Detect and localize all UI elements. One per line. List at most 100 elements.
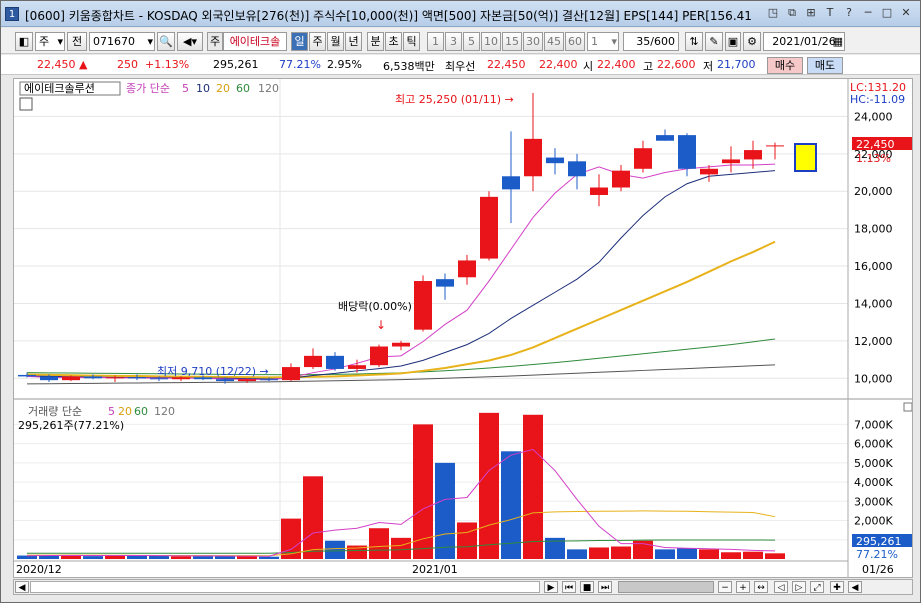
expand-icon[interactable]: ⤢	[810, 581, 824, 593]
interval-3[interactable]: 3	[445, 32, 462, 51]
interval-10[interactable]: 10	[481, 32, 501, 51]
candle-body	[370, 346, 388, 366]
x-label-last: 01/26	[862, 563, 894, 576]
volume-bar	[611, 546, 631, 559]
candle-body	[766, 145, 784, 147]
price-tag-value: 22,450	[856, 138, 895, 151]
volume-summary: 295,261주(77.21%)	[18, 419, 124, 432]
prev-button[interactable]: 전	[67, 32, 87, 51]
interval-5[interactable]: 5	[463, 32, 480, 51]
price-tick-label: 14,000	[854, 297, 893, 310]
last-page-icon[interactable]: ⏭	[598, 581, 612, 593]
candle-body	[612, 170, 630, 188]
interval-1[interactable]: 1	[427, 32, 444, 51]
search-icon[interactable]: 🔍	[157, 32, 175, 51]
pane-close-icon[interactable]	[903, 402, 913, 412]
candle-body	[18, 374, 36, 377]
candle-body	[238, 379, 256, 382]
draw-tool-icon[interactable]: ✎	[705, 32, 723, 51]
period-tab-year[interactable]: 년	[345, 32, 362, 51]
candle-body	[634, 148, 652, 169]
data-count-field[interactable]: 35/600	[623, 32, 679, 51]
volume-bar	[325, 540, 345, 559]
volume-bar	[589, 547, 609, 559]
toolbar: ◧ 주 ▾ 전 071670 ▾ 🔍 ◀▾ 주 에이테크솔 일 주 월 년 분 초 …	[1, 28, 920, 54]
volume-bar	[369, 528, 389, 559]
marker-box[interactable]	[794, 143, 817, 172]
compare-icon[interactable]: ⇅	[685, 32, 703, 51]
interval-select[interactable]: 1 ▾	[587, 32, 619, 51]
price-tick-label: 16,000	[854, 260, 893, 273]
period-tab-month[interactable]: 월	[327, 32, 344, 51]
title-bar[interactable]: 1 [0600] 키움종합차트 - KOSDAQ 외국인보유[276(천)] 주…	[1, 1, 920, 27]
interval-45[interactable]: 45	[544, 32, 564, 51]
interval-select-value: 1	[591, 35, 598, 48]
period-tab-week[interactable]: 주	[309, 32, 326, 51]
pin-icon[interactable]: ✚	[830, 581, 844, 593]
first-page-icon[interactable]: ⏮	[562, 581, 576, 593]
interval-15[interactable]: 15	[502, 32, 522, 51]
text-icon[interactable]: T	[822, 5, 838, 21]
scroll-left-icon[interactable]: ◀	[15, 581, 29, 593]
stock-tag: 주	[207, 32, 223, 51]
restore-layout-icon[interactable]: ◳	[765, 5, 781, 21]
period-tab-minute[interactable]: 분	[367, 32, 384, 51]
chevron-down-icon: ▾	[57, 35, 63, 48]
scroll-right-icon[interactable]: ▶	[544, 581, 558, 593]
chart-area[interactable]: 10,000 12,000 14,000 16,000 18,000 20,000 22,0…	[13, 78, 913, 578]
ask-price: 22,450	[487, 58, 526, 71]
period-tab-second[interactable]: 초	[385, 32, 402, 51]
current-price: 22,450	[37, 58, 76, 71]
volume-bar	[237, 556, 257, 559]
calendar-icon[interactable]: ▦	[833, 33, 843, 50]
copy-window-icon[interactable]: ⧉	[784, 5, 800, 21]
zoom-in-icon[interactable]: +	[736, 581, 750, 593]
zoom-slider[interactable]	[618, 581, 714, 593]
help-icon[interactable]: ?	[841, 5, 857, 21]
sell-button[interactable]: 매도	[807, 57, 843, 74]
volume-bar	[193, 556, 213, 559]
period-tab-day[interactable]: 일	[291, 32, 308, 51]
interval-30[interactable]: 30	[523, 32, 543, 51]
price-chart-svg[interactable]: 10,00012,00014,00016,00018,00020,00022,0…	[14, 79, 913, 577]
price-tick-label: 24,000	[854, 110, 893, 123]
candle-body	[326, 355, 344, 369]
settings-icon[interactable]: ⚙	[743, 32, 761, 51]
volume-tick-label: 7,000K	[854, 418, 893, 431]
interval-60[interactable]: 60	[565, 32, 585, 51]
period-select-value: 주	[39, 35, 50, 48]
table-icon[interactable]	[19, 97, 33, 111]
period-tab-tick[interactable]: 틱	[403, 32, 420, 51]
candle-body	[40, 376, 58, 381]
move-left-icon[interactable]: ◁	[774, 581, 788, 593]
trade-amount: 6,538백만	[383, 60, 435, 73]
move-right-icon[interactable]: ▷	[792, 581, 806, 593]
minimize-icon[interactable]: ─	[860, 5, 876, 21]
price-tick-label: 10,000	[854, 372, 893, 385]
close-icon[interactable]: ✕	[898, 5, 914, 21]
date-field[interactable]: 2021/01/26 ▦	[763, 32, 845, 51]
volume-tick-label: 3,000K	[854, 495, 893, 508]
price-tag-percent: 1.13%	[856, 152, 891, 165]
zoom-out-icon[interactable]: −	[718, 581, 732, 593]
candle-body	[348, 365, 366, 369]
volume-bar	[765, 553, 785, 559]
scroll-track[interactable]	[30, 581, 540, 593]
maximize-icon[interactable]: □	[879, 5, 895, 21]
candle-body	[282, 367, 300, 381]
stop-icon[interactable]: ■	[580, 581, 594, 593]
grid-icon[interactable]: ⊞	[803, 5, 819, 21]
save-icon[interactable]: ▣	[725, 32, 741, 51]
stock-code-input[interactable]: 071670 ▾	[89, 32, 155, 51]
period-select[interactable]: 주 ▾	[35, 32, 65, 51]
best-quote-label: 최우선	[445, 60, 476, 73]
x-label-2020-12: 2020/12	[16, 563, 62, 576]
candle-body	[260, 379, 278, 381]
buy-button[interactable]: 매수	[767, 57, 803, 74]
bid-price: 22,400	[539, 58, 578, 71]
layout-icon[interactable]: ◧	[15, 32, 33, 51]
sound-icon[interactable]: ◀▾	[177, 32, 203, 51]
scroll-end-icon[interactable]: ◀	[848, 581, 862, 593]
fit-icon[interactable]: ↔	[754, 581, 768, 593]
chart-scrollbar[interactable]: ◀ ▶ ⏮ ■ ⏭ − + ↔ ◁ ▷ ⤢ ✚ ◀	[13, 579, 913, 595]
